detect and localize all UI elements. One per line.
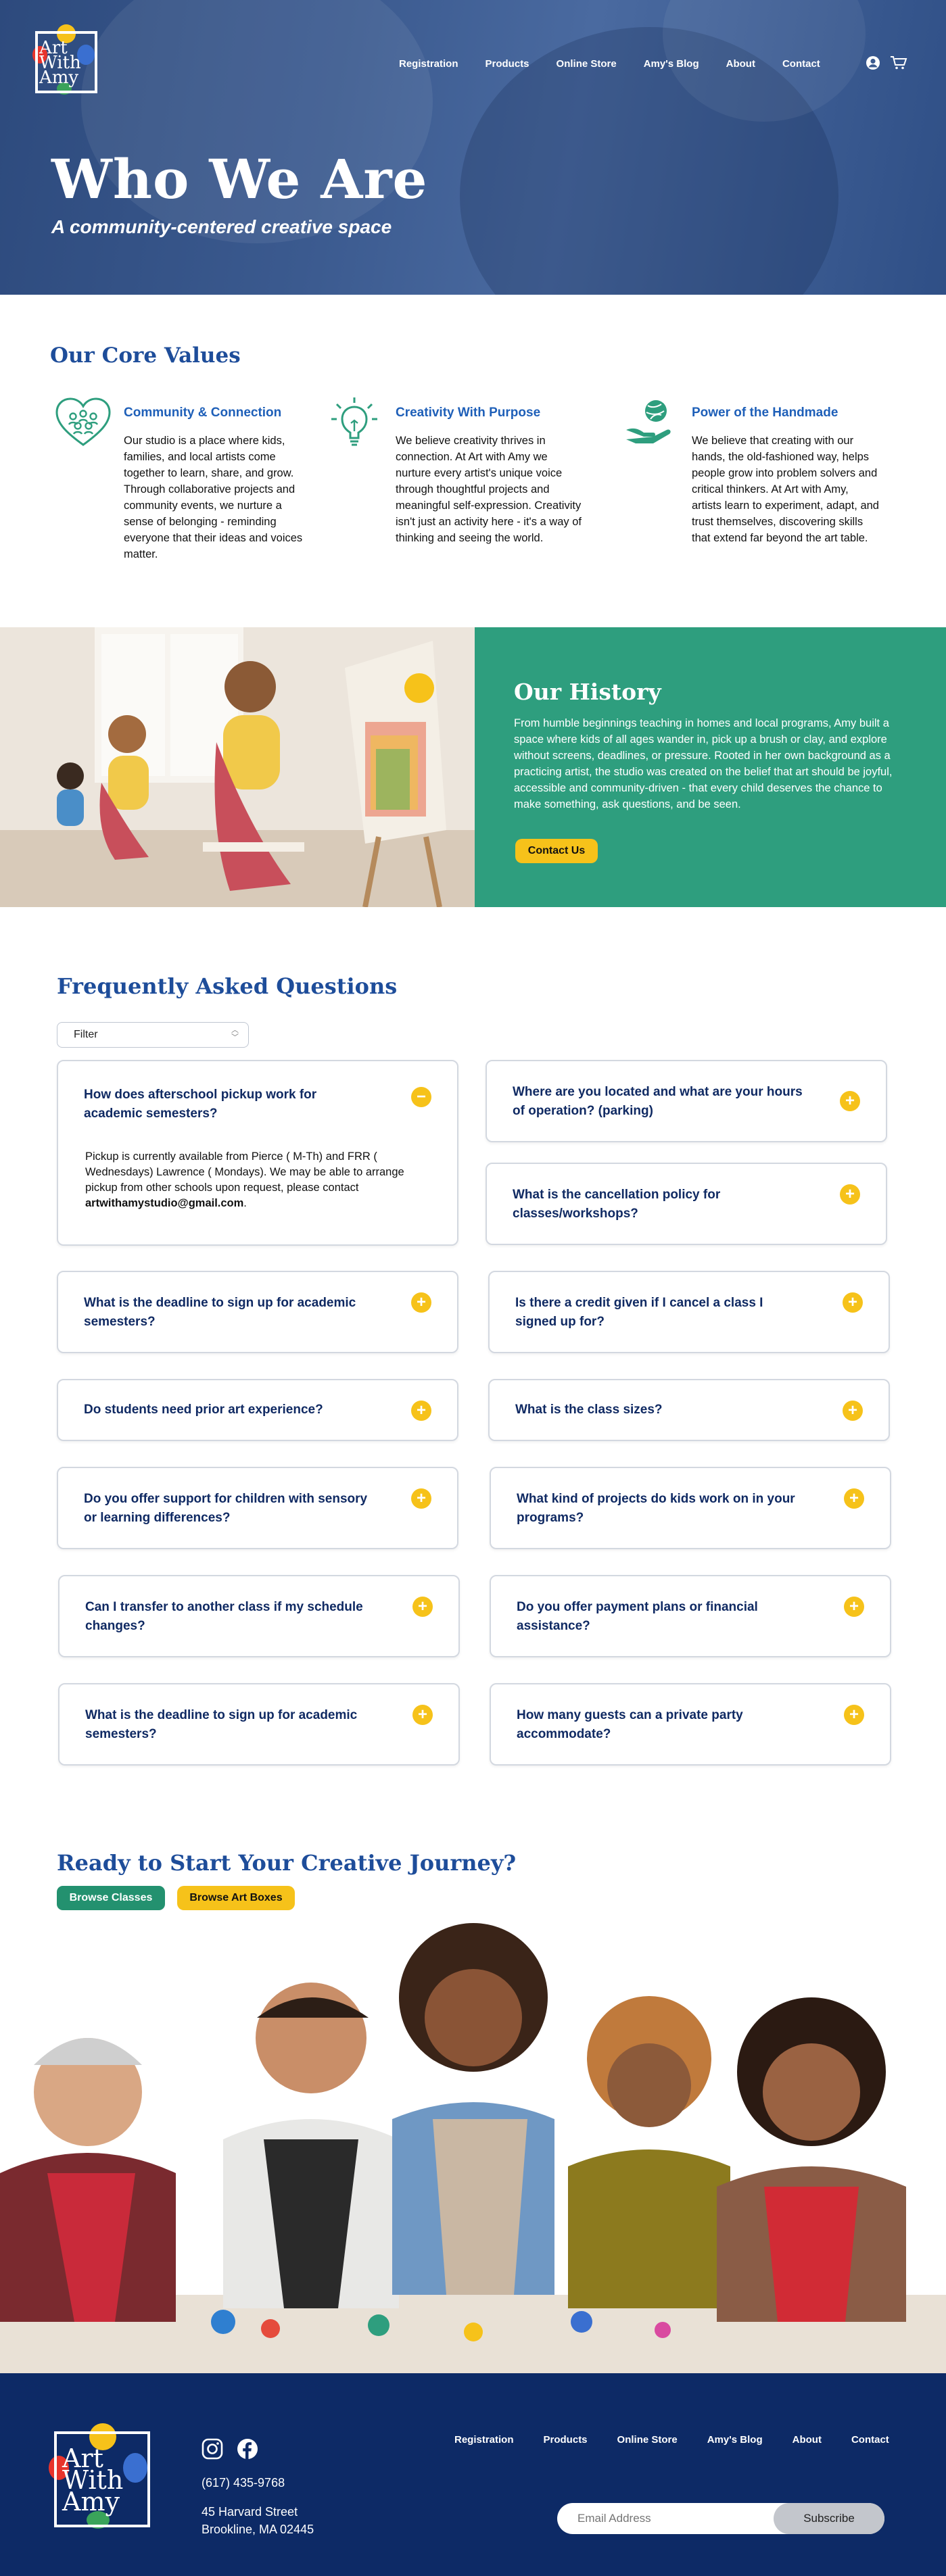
- lightbulb-icon: [325, 396, 385, 450]
- email-input[interactable]: [557, 2503, 774, 2534]
- plus-icon[interactable]: +: [412, 1597, 433, 1617]
- faq-item[interactable]: Do you offer payment plans or financial …: [490, 1575, 891, 1657]
- faq-item[interactable]: Can I transfer to another class if my sc…: [58, 1575, 460, 1657]
- nav-blog[interactable]: Amy's Blog: [644, 58, 699, 70]
- site-footer: Art With Amy (617) 435-9768 45 Harvard S…: [0, 2373, 946, 2576]
- faq-question: What is the class sizes?: [515, 1403, 663, 1417]
- faq-item[interactable]: How many guests can a private party acco…: [490, 1683, 891, 1766]
- plus-icon[interactable]: +: [411, 1401, 431, 1421]
- plus-icon[interactable]: +: [843, 1292, 863, 1313]
- footer-nav-blog[interactable]: Amy's Blog: [707, 2434, 763, 2446]
- faq-item[interactable]: Do you offer support for children with s…: [57, 1467, 458, 1549]
- footer-nav-registration[interactable]: Registration: [454, 2434, 514, 2446]
- plus-icon[interactable]: +: [844, 1705, 864, 1725]
- history-panel: Our History From humble beginnings teach…: [475, 627, 946, 907]
- nav-online-store[interactable]: Online Store: [557, 58, 617, 70]
- instagram-icon[interactable]: [202, 2438, 223, 2463]
- core-value-text: We believe creativity thrives in connect…: [396, 435, 582, 544]
- contact-email-link[interactable]: artwithamystudio@gmail.com: [85, 1197, 243, 1209]
- faq-question: Do you offer payment plans or financial …: [517, 1600, 758, 1633]
- plus-icon[interactable]: +: [411, 1488, 431, 1509]
- nav-about[interactable]: About: [726, 58, 755, 70]
- faq-question: What kind of projects do kids work on in…: [517, 1492, 795, 1525]
- footer-nav-products[interactable]: Products: [544, 2434, 588, 2446]
- cart-icon[interactable]: [890, 55, 907, 74]
- logo-text: Art With Amy: [62, 2444, 124, 2517]
- faq-question: What is the deadline to sign up for acad…: [84, 1296, 356, 1329]
- main-nav: Registration Products Online Store Amy's…: [399, 58, 847, 70]
- faq-question: How many guests can a private party acco…: [517, 1708, 743, 1741]
- footer-nav: Registration Products Online Store Amy's…: [454, 2434, 919, 2446]
- footer-nav-contact[interactable]: Contact: [851, 2434, 889, 2446]
- filter-label: Filter: [74, 1029, 98, 1040]
- faq-question: What is the deadline to sign up for acad…: [85, 1708, 358, 1741]
- logo-text: Art With Amy: [39, 38, 81, 88]
- footer-nav-about[interactable]: About: [793, 2434, 822, 2446]
- plus-icon[interactable]: +: [844, 1597, 864, 1617]
- plus-icon[interactable]: +: [411, 1292, 431, 1313]
- social-links: [202, 2438, 258, 2463]
- footer-phone[interactable]: (617) 435-9768: [202, 2476, 285, 2490]
- faq-item-open[interactable]: How does afterschool pickup work for aca…: [57, 1060, 458, 1246]
- faq-item[interactable]: What is the class sizes? +: [488, 1379, 890, 1441]
- history-text: From humble beginnings teaching in homes…: [514, 717, 893, 810]
- nav-products[interactable]: Products: [486, 58, 529, 70]
- plus-icon[interactable]: +: [843, 1401, 863, 1421]
- core-value-title: Power of the Handmade: [692, 406, 838, 420]
- core-value-title: Creativity With Purpose: [396, 406, 541, 420]
- cta-title: Ready to Start Your Creative Journey?: [57, 1850, 517, 1876]
- core-values-title: Our Core Values: [50, 343, 241, 368]
- faq-question: Do you offer support for children with s…: [84, 1492, 368, 1525]
- faq-filter-select[interactable]: Filter ︿ ﹀: [57, 1022, 249, 1048]
- faq-item[interactable]: What is the deadline to sign up for acad…: [58, 1683, 460, 1766]
- faq-question: How does afterschool pickup work for aca…: [84, 1088, 317, 1121]
- contact-us-button[interactable]: Contact Us: [515, 839, 598, 863]
- facebook-icon[interactable]: [237, 2438, 258, 2463]
- newsletter-form: Subscribe: [557, 2503, 884, 2534]
- faq-question: What is the cancellation policy for clas…: [513, 1188, 721, 1221]
- site-logo[interactable]: Art With Amy: [30, 24, 101, 99]
- hero-title: Who We Are: [51, 147, 428, 211]
- faq-answer: Pickup is currently available from Pierc…: [85, 1150, 404, 1209]
- nav-contact[interactable]: Contact: [782, 58, 820, 70]
- footer-logo[interactable]: Art With Amy: [49, 2423, 157, 2531]
- community-heart-icon: [53, 396, 114, 450]
- browse-art-boxes-button[interactable]: Browse Art Boxes: [177, 1886, 295, 1910]
- core-value-text: Our studio is a place where kids, famili…: [124, 435, 303, 560]
- account-icon[interactable]: [866, 55, 880, 74]
- footer-address: 45 Harvard Street Brookline, MA 02445: [202, 2505, 314, 2536]
- faq-item[interactable]: What is the cancellation policy for clas…: [486, 1163, 887, 1245]
- hand-globe-icon: [621, 396, 682, 450]
- nav-registration[interactable]: Registration: [399, 58, 458, 70]
- faq-title: Frequently Asked Questions: [57, 973, 398, 999]
- plus-icon[interactable]: +: [412, 1705, 433, 1725]
- hero-section: Art With Amy Registration Products Onlin…: [0, 0, 946, 295]
- subscribe-button[interactable]: Subscribe: [774, 2503, 884, 2534]
- history-photo: [0, 627, 475, 907]
- faq-item[interactable]: Do students need prior art experience? +: [57, 1379, 458, 1441]
- core-value-text: We believe that creating with our hands,…: [692, 435, 879, 544]
- hero-subtitle: A community-centered creative space: [51, 216, 392, 237]
- group-photo: [0, 1916, 946, 2373]
- faq-item[interactable]: Where are you located and what are your …: [486, 1060, 887, 1142]
- faq-item[interactable]: What kind of projects do kids work on in…: [490, 1467, 891, 1549]
- faq-item[interactable]: What is the deadline to sign up for acad…: [57, 1271, 458, 1353]
- plus-icon[interactable]: +: [840, 1184, 860, 1205]
- faq-item[interactable]: Is there a credit given if I cancel a cl…: [488, 1271, 890, 1353]
- footer-nav-online-store[interactable]: Online Store: [617, 2434, 678, 2446]
- faq-question: Where are you located and what are your …: [513, 1085, 803, 1118]
- history-title: Our History: [514, 679, 661, 705]
- faq-question: Can I transfer to another class if my sc…: [85, 1600, 363, 1633]
- plus-icon[interactable]: +: [844, 1488, 864, 1509]
- minus-icon[interactable]: −: [411, 1087, 431, 1107]
- faq-question: Do students need prior art experience?: [84, 1403, 323, 1417]
- select-chevron-icon: ︿ ﹀: [231, 1026, 239, 1042]
- browse-classes-button[interactable]: Browse Classes: [57, 1886, 165, 1910]
- faq-question: Is there a credit given if I cancel a cl…: [515, 1296, 763, 1329]
- core-value-title: Community & Connection: [124, 406, 282, 420]
- header-icons: [866, 55, 907, 74]
- plus-icon[interactable]: +: [840, 1091, 860, 1111]
